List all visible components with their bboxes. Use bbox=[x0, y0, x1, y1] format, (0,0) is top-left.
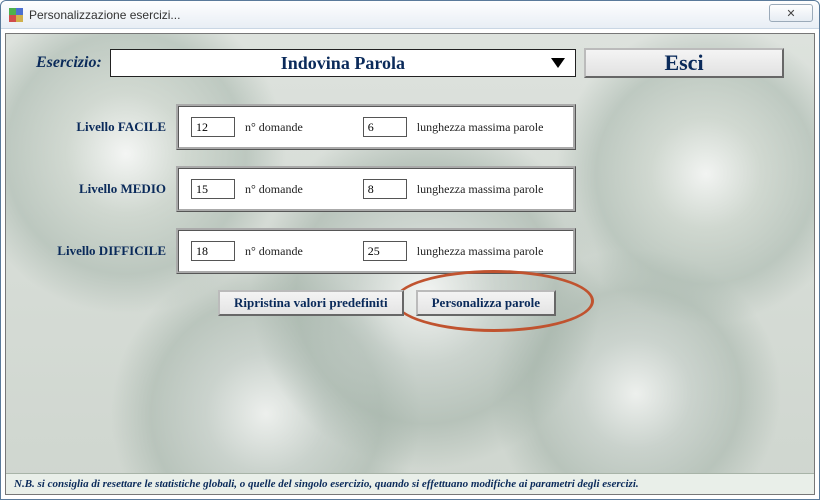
maxlen-input[interactable] bbox=[363, 117, 407, 137]
header-row: Esercizio: Indovina Parola Esci bbox=[6, 34, 814, 84]
exercise-dropdown[interactable]: Indovina Parola bbox=[110, 49, 576, 77]
level-label: Livello FACILE bbox=[36, 119, 176, 135]
app-window: Personalizzazione esercizi... ✕ Esercizi… bbox=[0, 0, 820, 500]
window-title: Personalizzazione esercizi... bbox=[29, 8, 180, 22]
questions-label: n° domande bbox=[245, 120, 303, 135]
levels-area: Livello FACILE n° domande lunghezza mass… bbox=[36, 104, 784, 316]
exercise-dropdown-value: Indovina Parola bbox=[281, 53, 405, 74]
exit-button[interactable]: Esci bbox=[584, 48, 784, 78]
reset-defaults-button[interactable]: Ripristina valori predefiniti bbox=[218, 290, 404, 316]
footer-note: N.B. si consiglia di resettare le statis… bbox=[6, 473, 814, 494]
exercise-label: Esercizio: bbox=[36, 54, 102, 72]
questions-label: n° domande bbox=[245, 244, 303, 259]
questions-input[interactable] bbox=[191, 117, 235, 137]
level-box: n° domande lunghezza massima parole bbox=[176, 166, 576, 212]
close-button[interactable]: ✕ bbox=[769, 4, 813, 22]
content-frame: Esercizio: Indovina Parola Esci Livello … bbox=[5, 33, 815, 495]
customize-words-button[interactable]: Personalizza parole bbox=[416, 290, 556, 316]
level-row-difficile: Livello DIFFICILE n° domande lunghezza m… bbox=[36, 228, 784, 274]
questions-input[interactable] bbox=[191, 179, 235, 199]
action-row: Ripristina valori predefiniti Personaliz… bbox=[218, 290, 784, 316]
level-row-facile: Livello FACILE n° domande lunghezza mass… bbox=[36, 104, 784, 150]
close-icon: ✕ bbox=[786, 7, 795, 20]
app-icon bbox=[9, 8, 23, 22]
titlebar: Personalizzazione esercizi... ✕ bbox=[1, 1, 819, 29]
maxlen-label: lunghezza massima parole bbox=[417, 244, 544, 259]
maxlen-label: lunghezza massima parole bbox=[417, 182, 544, 197]
level-label: Livello MEDIO bbox=[36, 181, 176, 197]
maxlen-label: lunghezza massima parole bbox=[417, 120, 544, 135]
maxlen-input[interactable] bbox=[363, 241, 407, 261]
level-box: n° domande lunghezza massima parole bbox=[176, 228, 576, 274]
questions-label: n° domande bbox=[245, 182, 303, 197]
level-row-medio: Livello MEDIO n° domande lunghezza massi… bbox=[36, 166, 784, 212]
level-label: Livello DIFFICILE bbox=[36, 243, 176, 259]
level-box: n° domande lunghezza massima parole bbox=[176, 104, 576, 150]
chevron-down-icon bbox=[551, 58, 565, 68]
questions-input[interactable] bbox=[191, 241, 235, 261]
maxlen-input[interactable] bbox=[363, 179, 407, 199]
